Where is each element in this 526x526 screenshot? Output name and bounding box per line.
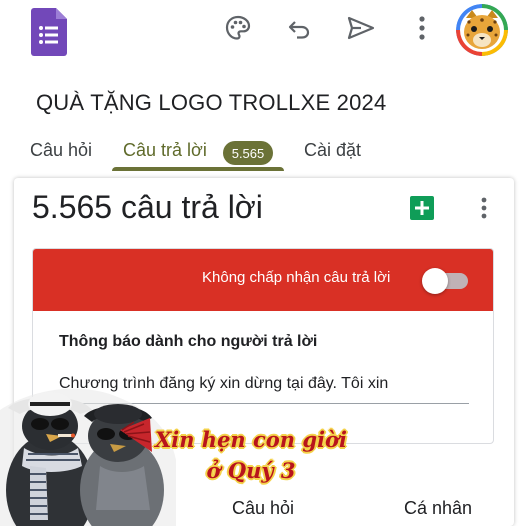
accepting-responses-toggle[interactable] (422, 268, 470, 294)
tab-questions[interactable]: Câu hỏi (30, 140, 92, 161)
accepting-responses-label: Không chấp nhận câu trả lời (202, 269, 391, 286)
respondent-message-heading: Thông báo dành cho người trả lời (59, 333, 318, 350)
undo-icon[interactable] (284, 12, 316, 44)
bottom-tab-personal[interactable]: Cá nhân (404, 498, 472, 519)
forms-logo-icon[interactable] (31, 8, 67, 56)
response-count-title: 5.565 câu trả lời (32, 189, 263, 225)
sticker-caption: Xin hẹn con giời ở Quý 3 (138, 424, 364, 486)
sticker-caption-line-1: Xin hẹn con giời (154, 427, 348, 452)
send-icon[interactable] (345, 12, 377, 44)
sheets-icon[interactable] (410, 196, 434, 220)
more-vert-icon[interactable] (406, 12, 438, 44)
card-more-vert-icon[interactable] (470, 194, 498, 222)
avatar[interactable] (456, 4, 508, 56)
tab-responses[interactable]: Câu trả lời (123, 140, 207, 161)
active-tab-indicator (112, 167, 284, 171)
toggle-thumb (422, 268, 448, 294)
tab-settings[interactable]: Cài đặt (304, 140, 361, 161)
palette-icon[interactable] (222, 12, 254, 44)
form-title: QUÀ TẶNG LOGO TROLLXE 2024 (36, 90, 387, 115)
top-toolbar (0, 0, 526, 66)
sticker-caption-line-2: ở Quý 3 (206, 458, 296, 483)
not-accepting-banner: Không chấp nhận câu trả lời (33, 249, 493, 311)
responses-count-badge: 5.565 (223, 141, 273, 165)
